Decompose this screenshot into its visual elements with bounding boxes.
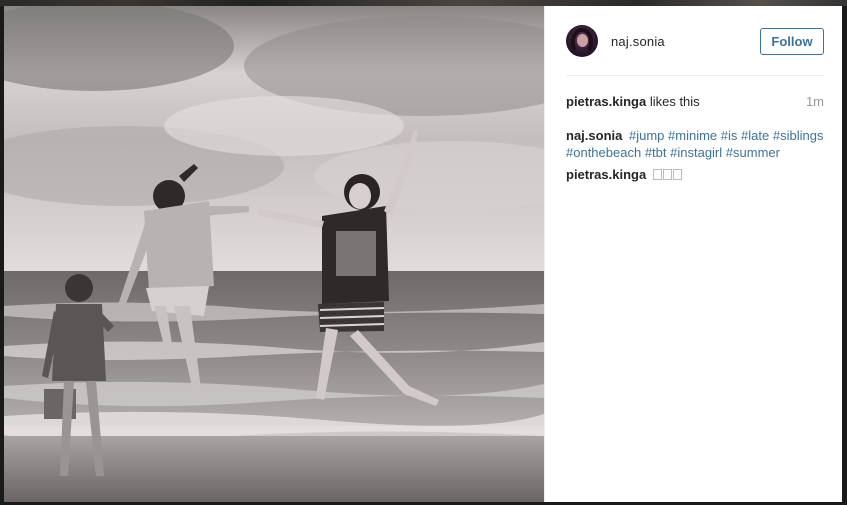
likes-row: pietras.kinga likes this 1m [566,94,824,109]
hashtag-link[interactable]: #minime [668,128,717,143]
username-link[interactable]: naj.sonia [611,34,760,49]
avatar[interactable] [566,25,598,57]
post-side-panel: naj.sonia Follow pietras.kinga likes thi… [544,6,842,502]
hashtag-link[interactable]: #tbt [645,145,667,160]
caption-author-link[interactable]: naj.sonia [566,128,622,143]
missing-emoji-icon [672,169,682,180]
hashtag-link[interactable]: #is [721,128,738,143]
hashtag-link[interactable]: #late [741,128,769,143]
hashtag-link[interactable]: #summer [726,145,780,160]
caption-comment: naj.sonia #jump #minime #is #late #sibli… [566,128,824,161]
beach-photo-illustration [4,6,544,502]
likes-summary: pietras.kinga likes this [566,94,700,109]
hashtag-link[interactable]: #siblings [773,128,824,143]
hashtag-link[interactable]: #jump [629,128,664,143]
header-divider [566,75,824,76]
avatar-face-shape [577,34,588,47]
liker-username-link[interactable]: pietras.kinga [566,94,646,109]
hashtag-link[interactable]: #onthebeach [566,145,641,160]
comment-author-link[interactable]: pietras.kinga [566,167,646,182]
likes-text: likes this [649,94,700,109]
comments-list: naj.sonia #jump #minime #is #late #sibli… [566,128,824,190]
comment-emoji-group [652,167,683,182]
hashtag-link[interactable]: #instagirl [670,145,722,160]
post-timestamp[interactable]: 1m [806,94,824,109]
missing-emoji-icon [662,169,672,180]
comment-item: pietras.kinga [566,167,824,184]
post-header: naj.sonia Follow [545,6,842,76]
follow-button[interactable]: Follow [760,27,824,55]
missing-emoji-icon [652,169,662,180]
post-photo[interactable] [4,6,544,502]
post-modal: naj.sonia Follow pietras.kinga likes thi… [4,6,842,502]
